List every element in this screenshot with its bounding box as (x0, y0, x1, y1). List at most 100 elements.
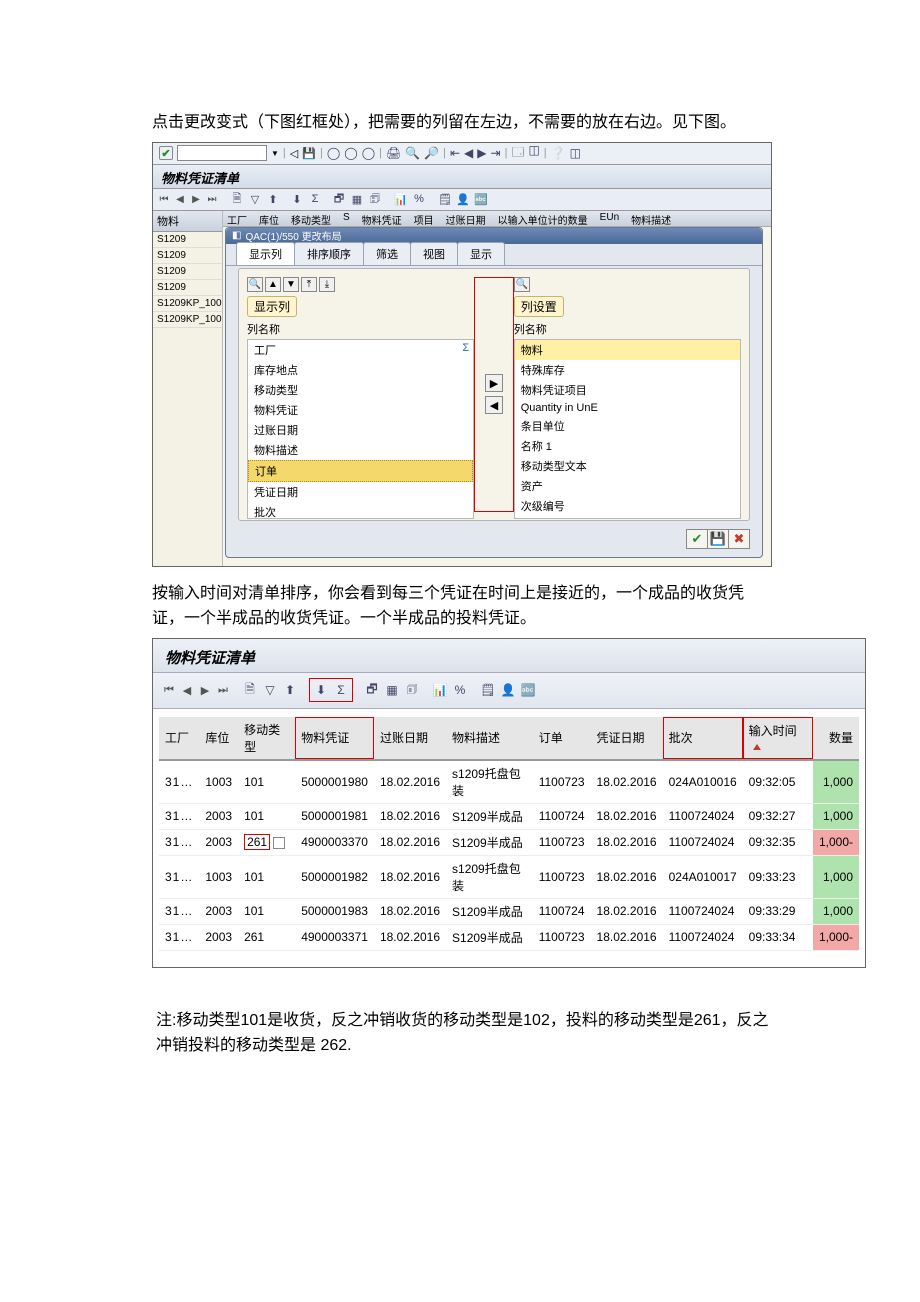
select-layout-icon[interactable]: ▦ (383, 681, 401, 699)
nav-next-icon[interactable]: ▶ (189, 192, 203, 206)
change-layout-icon[interactable]: 🗗 (363, 681, 381, 699)
list-item[interactable]: 库存地点 (248, 360, 473, 380)
percent-icon[interactable]: % (411, 191, 427, 207)
nav-prev-icon[interactable]: ◀ (179, 682, 195, 698)
cancel-button[interactable]: ✖ (728, 529, 750, 549)
tab-view[interactable]: 视图 (410, 242, 458, 265)
move-left-icon[interactable]: ◀ (485, 396, 503, 414)
save-icon[interactable]: 💾 (302, 147, 316, 160)
sidebar-row[interactable]: S1209 (153, 248, 222, 264)
total-icon[interactable]: Σ (332, 681, 350, 699)
exit-icon[interactable]: ◯ (344, 146, 357, 160)
details-icon[interactable]: 🗎 (241, 681, 259, 699)
value-help-icon[interactable] (273, 837, 285, 849)
tab-display-columns[interactable]: 显示列 (236, 242, 295, 265)
list-item[interactable]: 物料 (515, 340, 740, 360)
tab-filter[interactable]: 筛选 (363, 242, 411, 265)
export-icon[interactable]: 🗒 (437, 191, 453, 207)
col-mvmt[interactable]: 移动类型 (238, 717, 295, 760)
sidebar-row[interactable]: S1209KP_100 (153, 296, 222, 312)
ok-button[interactable]: ✔ (686, 529, 708, 549)
chart-icon[interactable]: 📊 (431, 681, 449, 699)
col-matdoc[interactable]: 物料凭证 (295, 717, 374, 760)
col-batch[interactable]: 批次 (663, 717, 743, 760)
col-entrytime[interactable]: 输入时间 (743, 717, 813, 760)
command-field[interactable] (177, 145, 267, 161)
col-order[interactable]: 订单 (533, 717, 591, 760)
list-item[interactable]: 批次 (248, 502, 473, 519)
list-item[interactable]: 名称 1 (515, 436, 740, 456)
sort-desc-icon[interactable]: ⬇ (289, 191, 305, 207)
back-icon[interactable]: ◯ (327, 146, 340, 160)
list-item[interactable]: 资产 (515, 476, 740, 496)
chart-icon[interactable]: 📊 (393, 191, 409, 207)
col-plant[interactable]: 工厂 (159, 717, 199, 760)
sidebar-row[interactable]: S1209KP_100 (153, 312, 222, 328)
sidebar-row[interactable]: S1209 (153, 264, 222, 280)
sort-asc-icon[interactable]: ⬆ (265, 191, 281, 207)
find-icon[interactable]: 🔍 (514, 277, 530, 292)
abc-icon[interactable]: 🔤 (519, 681, 537, 699)
list-item[interactable]: 移动类型 (248, 380, 473, 400)
list-item[interactable]: Quantity in UnE (515, 400, 740, 416)
list-item[interactable]: 物料凭证 (248, 400, 473, 420)
sidebar-row[interactable]: S1209 (153, 232, 222, 248)
nav-first-icon[interactable]: ⏮ (157, 192, 171, 206)
column-pool-list[interactable]: 物料 特殊库存 物料凭证项目 Quantity in UnE 条目单位 名称 1… (514, 339, 741, 519)
user-icon[interactable]: 👤 (455, 191, 471, 207)
user-icon[interactable]: 👤 (499, 681, 517, 699)
save-button[interactable]: 💾 (707, 529, 729, 549)
col-storage[interactable]: 库位 (199, 717, 238, 760)
table-row[interactable]: 31…2003101500000198118.02.2016S1209半成品11… (159, 803, 859, 829)
col-postdate[interactable]: 过账日期 (374, 717, 446, 760)
move-right-icon[interactable]: ▶ (485, 374, 503, 392)
filter-icon[interactable]: ▽ (261, 681, 279, 699)
move-bottom-icon[interactable]: ⤓ (319, 277, 335, 292)
save-layout-icon[interactable]: 🗊 (403, 681, 421, 699)
select-layout-icon[interactable]: ▦ (349, 191, 365, 207)
list-item[interactable]: 凭证日期 (248, 482, 473, 502)
table-row[interactable]: 31…2003261490000337118.02.2016S1209半成品11… (159, 924, 859, 950)
list-item[interactable]: 次级编号 (515, 496, 740, 516)
move-up-icon[interactable]: ▲ (265, 277, 281, 292)
list-item[interactable]: 计数器 (515, 516, 740, 519)
table-row[interactable]: 31…1003101500000198018.02.2016s1209托盘包装1… (159, 760, 859, 804)
tab-display[interactable]: 显示 (457, 242, 505, 265)
filter-icon[interactable]: ▽ (247, 191, 263, 207)
sort-asc-icon[interactable]: ⬆ (281, 681, 299, 699)
nav-last-icon[interactable]: ⏭ (205, 192, 219, 206)
nav-next-icon[interactable]: ▶ (197, 682, 213, 698)
displayed-columns-list[interactable]: Σ 工厂 库存地点 移动类型 物料凭证 过账日期 物料描述 订单 凭证日期 批次 (247, 339, 474, 519)
nav-last-icon[interactable]: ⏭ (215, 682, 231, 698)
list-item[interactable]: 物料描述 (248, 440, 473, 460)
save-layout-icon[interactable]: 🗊 (367, 191, 383, 207)
change-layout-icon[interactable]: 🗗 (331, 191, 347, 207)
list-item[interactable]: 工厂 (248, 340, 473, 360)
list-item[interactable]: 特殊库存 (515, 360, 740, 380)
col-docdate[interactable]: 凭证日期 (591, 717, 663, 760)
nav-first-icon[interactable]: ⏮ (161, 682, 177, 698)
details-icon[interactable]: 🗎 (229, 191, 245, 207)
table-row[interactable]: 31…1003101500000198218.02.2016s1209托盘包装1… (159, 855, 859, 898)
list-item[interactable]: 过账日期 (248, 420, 473, 440)
cancel-icon[interactable]: ◯ (362, 146, 375, 160)
col-qty[interactable]: 数量 (813, 717, 859, 760)
col-desc[interactable]: 物料描述 (446, 717, 533, 760)
list-item[interactable]: 移动类型文本 (515, 456, 740, 476)
list-item[interactable]: 条目单位 (515, 416, 740, 436)
list-item[interactable]: 物料凭证项目 (515, 380, 740, 400)
ok-icon[interactable]: ✔ (159, 146, 173, 160)
sort-desc-icon[interactable]: ⬇ (312, 681, 330, 699)
nav-prev-icon[interactable]: ◀ (173, 192, 187, 206)
table-row[interactable]: 31…2003261 490000337018.02.2016S1209半成品1… (159, 829, 859, 855)
abc-icon[interactable]: 🔤 (473, 191, 489, 207)
sidebar-row[interactable]: S1209 (153, 280, 222, 296)
table-row[interactable]: 31…2003101500000198318.02.2016S1209半成品11… (159, 898, 859, 924)
list-item-selected[interactable]: 订单 (248, 460, 473, 482)
percent-icon[interactable]: % (451, 681, 469, 699)
total-icon[interactable]: Σ (307, 191, 323, 207)
find-icon[interactable]: 🔍 (247, 277, 263, 292)
move-top-icon[interactable]: ⤒ (301, 277, 317, 292)
export-icon[interactable]: 🗒 (479, 681, 497, 699)
tab-sort-order[interactable]: 排序顺序 (294, 242, 364, 265)
